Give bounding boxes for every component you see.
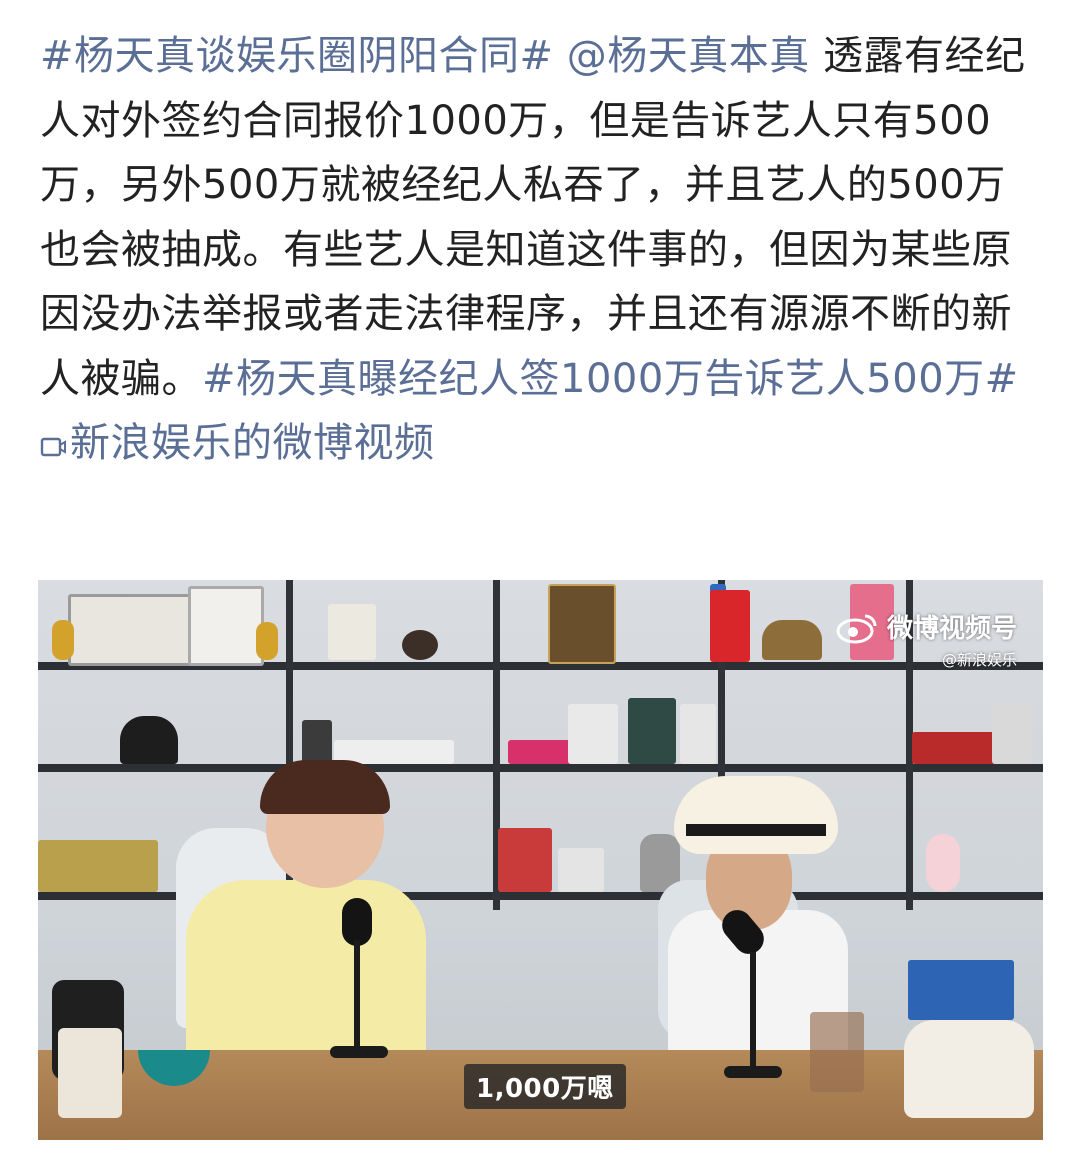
video-watermark: 微博视频号 @新浪娱乐: [835, 608, 1017, 670]
bag: [498, 828, 552, 892]
hashtag-agent-10m[interactable]: #杨天真曝经纪人签1000万告诉艺人500万#: [202, 356, 1019, 402]
watermark-account: @新浪娱乐: [941, 651, 1017, 669]
speaker: [302, 720, 332, 764]
figurine: [926, 834, 960, 892]
post-text: #杨天真谈娱乐圈阴阳合同# @杨天真本真 透露有经纪人对外签约合同报价1000万…: [40, 24, 1040, 476]
mic-stand-right: [750, 952, 756, 1070]
black-hat: [120, 716, 178, 764]
hat-band: [686, 824, 826, 836]
mic-base-right: [724, 1066, 782, 1078]
watermark-title: 微博视频号: [886, 614, 1017, 644]
mic-stand-left: [354, 940, 360, 1050]
weibo-logo-icon: [836, 614, 877, 643]
person-left-body: [186, 880, 426, 1060]
red-cups: [912, 732, 1002, 764]
shelf: [38, 764, 1043, 772]
video-link-icon: [40, 437, 66, 457]
mic-base-left: [330, 1046, 388, 1058]
person-left-hair: [260, 760, 390, 814]
video-link[interactable]: 新浪娱乐的微博视频: [40, 420, 435, 466]
globe: [402, 630, 438, 660]
plaque: [328, 604, 376, 660]
teapot: [762, 620, 822, 660]
video-player[interactable]: 1,000万嗯 微博视频号 @新浪娱乐: [38, 580, 1043, 1140]
post-body: 透露有经纪人对外签约合同报价1000万，但是告诉艺人只有500万，另外500万就…: [40, 33, 1026, 402]
framed-certificate: [68, 594, 194, 666]
box: [38, 840, 158, 892]
box: [558, 848, 604, 892]
hoka-box: [908, 960, 1014, 1020]
coffee-cup: [58, 1028, 122, 1118]
mention-yangtianzhen[interactable]: @杨天真本真: [567, 33, 810, 79]
glass-jar: [992, 704, 1032, 764]
framed-certificate: [188, 586, 264, 666]
book: [568, 704, 618, 764]
microphone-left: [342, 898, 372, 946]
hashtag-yangtianzhen-contract[interactable]: #杨天真谈娱乐圈阴阳合同#: [40, 33, 554, 79]
white-bag: [904, 1020, 1034, 1118]
frame: [548, 584, 616, 664]
trophy: [52, 620, 74, 660]
trophy: [256, 622, 278, 660]
book: [680, 704, 716, 764]
red-tumbler: [710, 590, 750, 662]
iced-coffee: [810, 1012, 864, 1092]
book: [628, 698, 676, 764]
video-subtitle: 1,000万嗯: [464, 1064, 626, 1109]
video-link-label: 新浪娱乐的微博视频: [70, 420, 435, 466]
white-hat: [674, 776, 838, 854]
